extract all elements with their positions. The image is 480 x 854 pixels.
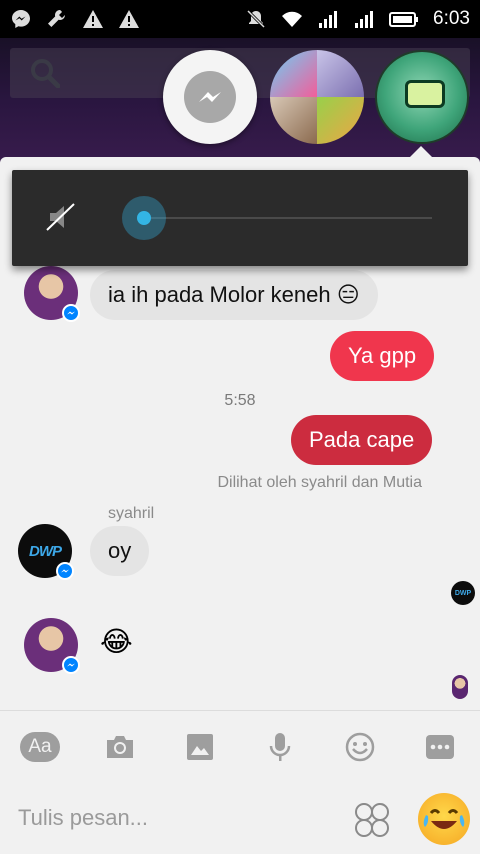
read-receipt-mutia bbox=[452, 675, 468, 699]
aa-label: Aa bbox=[20, 731, 60, 762]
laughing-emoji-icon bbox=[423, 809, 465, 829]
warning-icon bbox=[83, 10, 103, 28]
warning-icon bbox=[119, 10, 139, 28]
sticker-icon[interactable] bbox=[352, 800, 392, 840]
seen-receipt: Dilihat oleh syahril dan Mutia bbox=[217, 474, 422, 491]
status-time: 6:03 bbox=[433, 8, 470, 29]
microphone-icon bbox=[269, 732, 291, 761]
chat-heads-row bbox=[0, 50, 480, 150]
message-bubble-outgoing[interactable]: Pada cape bbox=[291, 415, 433, 465]
sender-name: syahril bbox=[108, 505, 155, 522]
volume-track[interactable] bbox=[144, 217, 432, 219]
group-chat-head[interactable] bbox=[270, 50, 364, 144]
messenger-badge-icon bbox=[62, 304, 80, 322]
camera-button[interactable] bbox=[100, 727, 140, 767]
signal-icon bbox=[319, 11, 338, 28]
group-member-avatar bbox=[317, 97, 364, 144]
image-icon bbox=[187, 733, 213, 760]
camera-icon bbox=[107, 735, 133, 758]
group-member-avatar bbox=[270, 50, 317, 97]
messenger-home-bubble[interactable] bbox=[163, 50, 257, 144]
status-bar: 6:03 bbox=[0, 0, 480, 38]
text-style-button[interactable]: Aa bbox=[20, 727, 60, 767]
messenger-badge-icon bbox=[56, 562, 74, 580]
group-member-avatar bbox=[270, 97, 317, 144]
more-dots-icon bbox=[426, 734, 454, 759]
avatar-mutia[interactable] bbox=[24, 266, 80, 322]
message-emoji[interactable]: 😂 bbox=[100, 625, 133, 658]
active-chat-head[interactable] bbox=[375, 50, 469, 144]
avatar-mutia[interactable] bbox=[24, 618, 80, 674]
message-timestamp: 5:58 bbox=[224, 392, 256, 409]
read-receipt-syahril: DWP bbox=[451, 581, 475, 605]
message-composer bbox=[0, 782, 480, 854]
more-button[interactable] bbox=[420, 727, 460, 767]
message-bubble-outgoing[interactable]: Ya gpp bbox=[330, 331, 435, 381]
signal-icon bbox=[355, 11, 374, 28]
volume-slider-thumb[interactable] bbox=[122, 196, 166, 240]
message-bubble-incoming[interactable]: oy bbox=[90, 526, 150, 576]
wifi-icon bbox=[282, 11, 303, 27]
microphone-button[interactable] bbox=[260, 727, 300, 767]
smile-icon bbox=[345, 732, 375, 761]
wrench-icon bbox=[48, 10, 65, 27]
volume-overlay bbox=[12, 170, 468, 266]
mute-bell-icon bbox=[246, 9, 266, 29]
emoji-smile-button[interactable] bbox=[340, 727, 380, 767]
battery-icon bbox=[389, 12, 419, 27]
messenger-bolt-icon bbox=[199, 92, 221, 102]
group-member-avatar bbox=[317, 50, 364, 97]
message-bubble-incoming[interactable]: ia ih pada Molor keneh 😑 bbox=[90, 270, 378, 320]
messenger-icon bbox=[12, 10, 30, 28]
composer-toolbar: Aa bbox=[0, 710, 480, 782]
message-input[interactable] bbox=[18, 805, 338, 831]
laughing-emoji-send-button[interactable] bbox=[418, 793, 470, 845]
gallery-button[interactable] bbox=[180, 727, 220, 767]
avatar-syahril[interactable]: DWP bbox=[18, 524, 74, 580]
speaker-muted-icon bbox=[46, 203, 75, 231]
messenger-badge-icon bbox=[62, 656, 80, 674]
